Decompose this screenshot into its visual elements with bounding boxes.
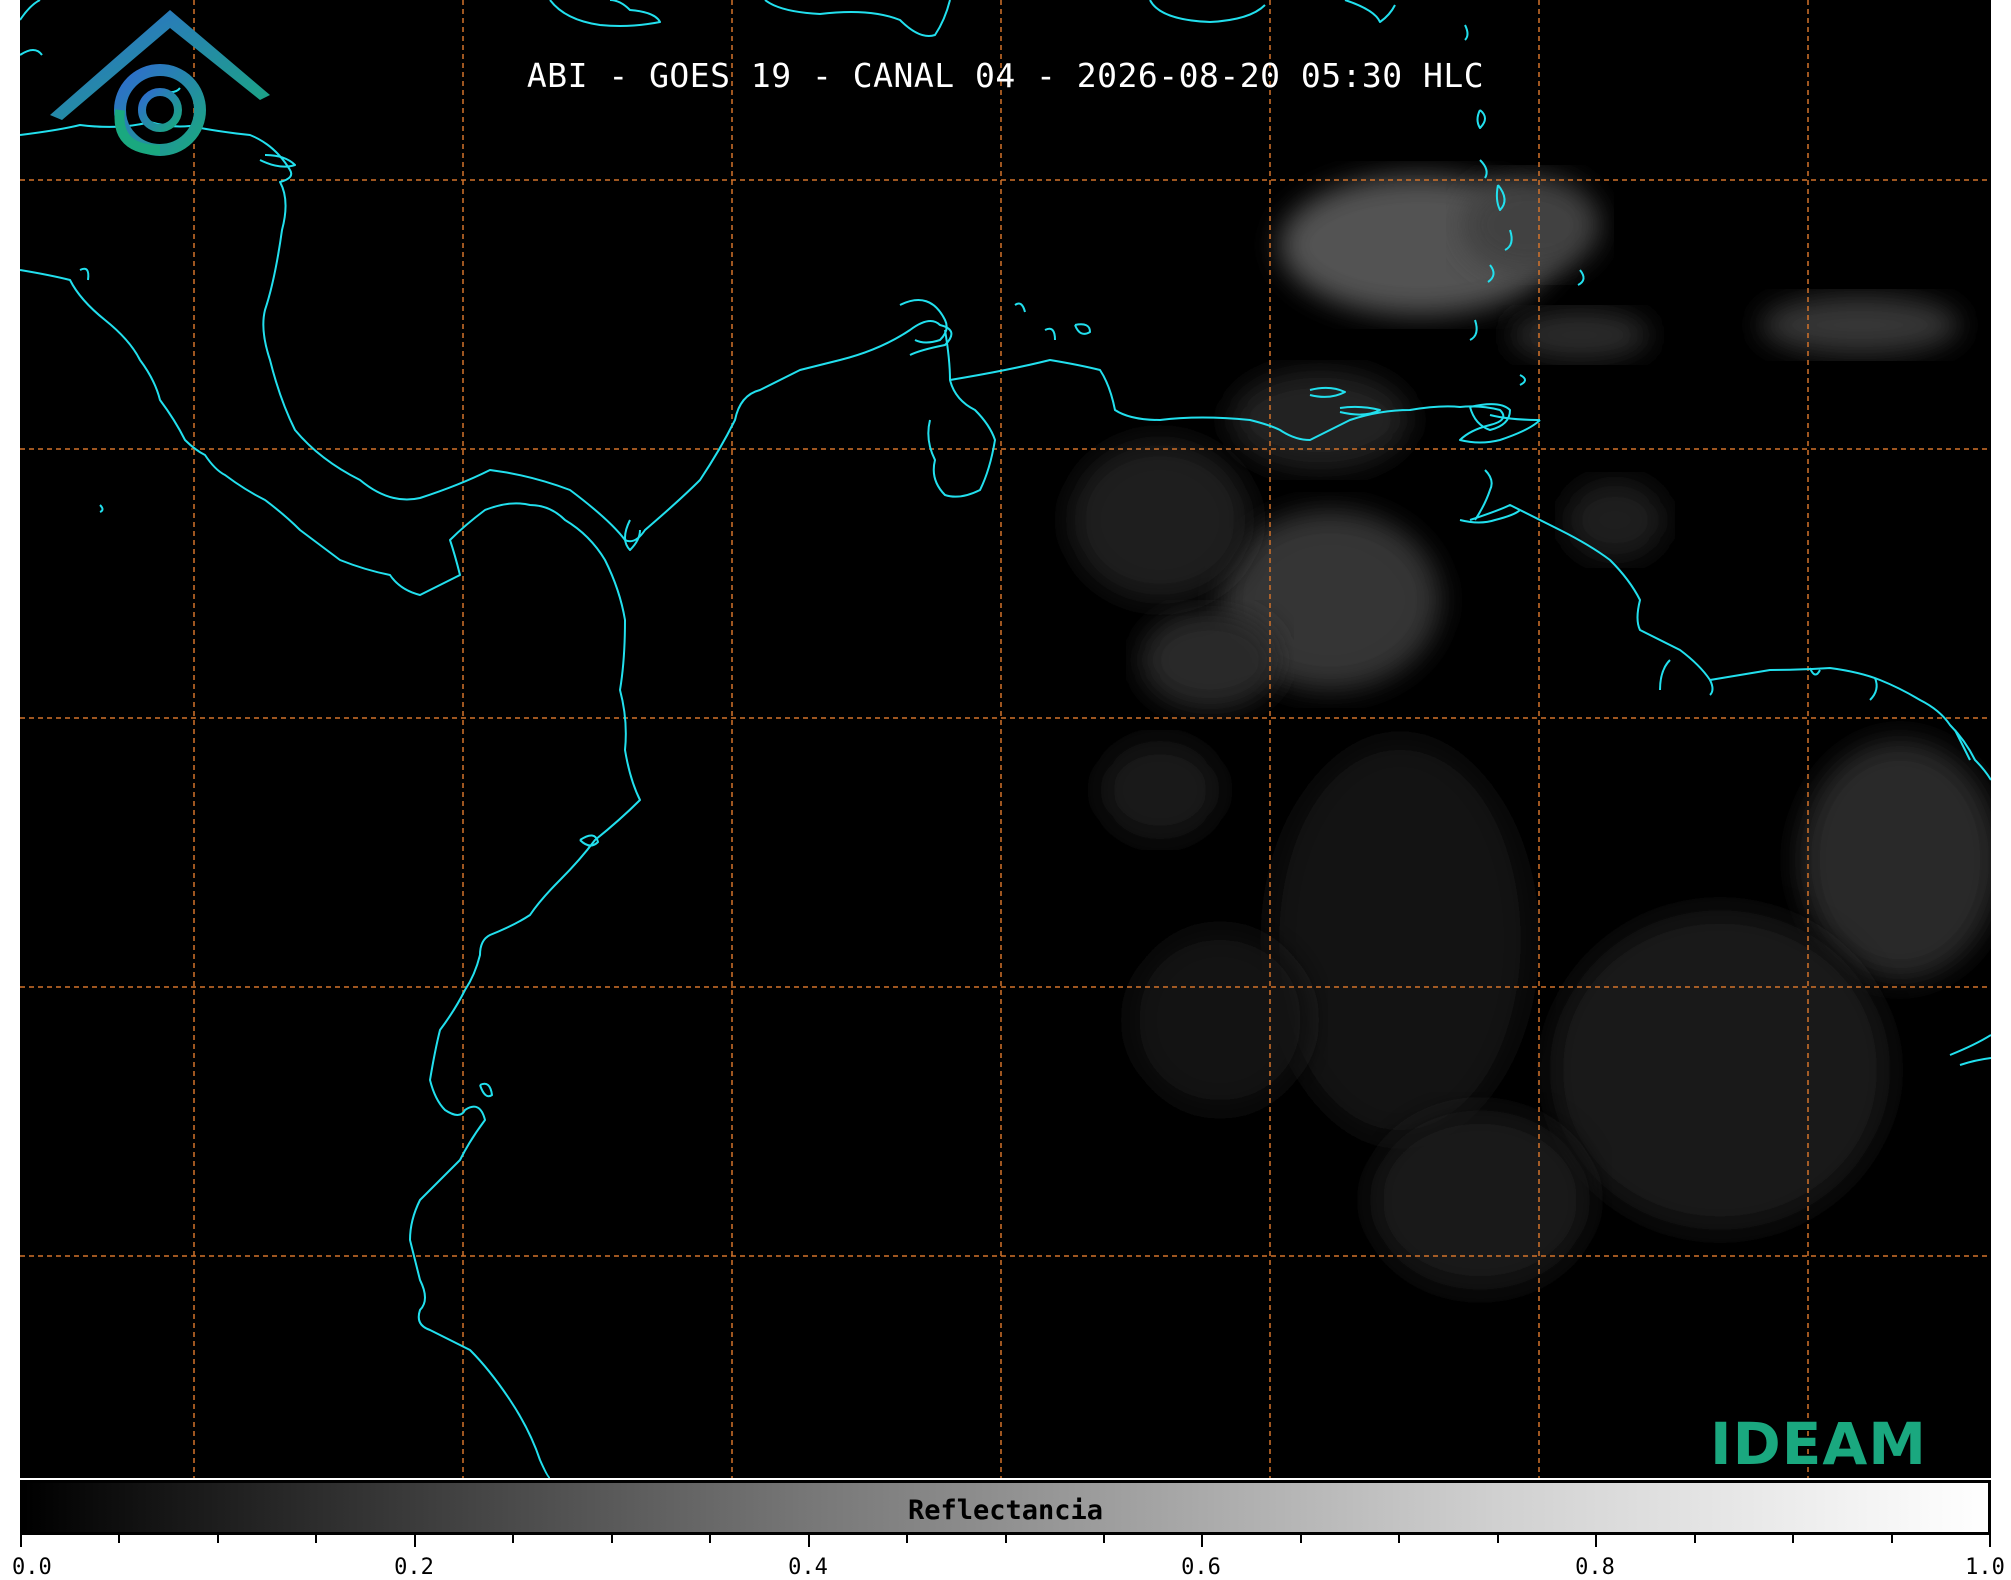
colorbar-tick-label: 0.0 [12, 1555, 52, 1580]
colorbar-minor-tick [611, 1535, 613, 1543]
colorbar-label: Reflectancia [907, 1495, 1104, 1526]
colorbar-minor-tick [1398, 1535, 1400, 1543]
colorbar-tick-label: 1.0 [1965, 1555, 2005, 1580]
colorbar-minor-tick [1005, 1535, 1007, 1543]
graticule [20, 0, 1991, 1478]
colorbar-minor-tick [1792, 1535, 1794, 1543]
colorbar-minor-tick [217, 1535, 219, 1543]
colorbar-major-tick [414, 1535, 416, 1547]
colorbar-minor-tick [1300, 1535, 1302, 1543]
colorbar-minor-tick [906, 1535, 908, 1543]
colorbar-major-tick [1989, 1535, 1991, 1547]
colorbar-axis: 0.0 0.2 0.4 0.6 0.8 1.0 [12, 1535, 2005, 1580]
map-canvas [20, 0, 1991, 1478]
colorbar-minor-tick [709, 1535, 711, 1543]
colorbar-minor-tick [315, 1535, 317, 1543]
cloud-cover [1070, 175, 1991, 1290]
colorbar-minor-tick [1497, 1535, 1499, 1543]
colorbar-major-tick [20, 1535, 22, 1547]
colorbar-major-tick [808, 1535, 810, 1547]
ideam-logo-text: IDEAM [1710, 1410, 1927, 1478]
colorbar-minor-tick [1694, 1535, 1696, 1543]
ideam-logo-icon [50, 10, 270, 156]
colorbar-minor-tick [118, 1535, 120, 1543]
colorbar-tick-label: 0.8 [1575, 1555, 1615, 1580]
colorbar-minor-tick [512, 1535, 514, 1543]
map-title: ABI - GOES 19 - CANAL 04 - 2026-08-20 05… [526, 56, 1485, 95]
colorbar-minor-tick [1891, 1535, 1893, 1543]
satellite-map: ABI - GOES 19 - CANAL 04 - 2026-08-20 05… [20, 0, 1991, 1478]
colorbar-major-tick [1201, 1535, 1203, 1547]
colorbar-tick-label: 0.6 [1181, 1555, 1221, 1580]
colorbar-tick-label: 0.4 [788, 1555, 828, 1580]
colorbar-minor-tick [1103, 1535, 1105, 1543]
colorbar-major-tick [1595, 1535, 1597, 1547]
colorbar-tick-label: 0.2 [394, 1555, 434, 1580]
colorbar: Reflectancia [20, 1480, 1991, 1535]
